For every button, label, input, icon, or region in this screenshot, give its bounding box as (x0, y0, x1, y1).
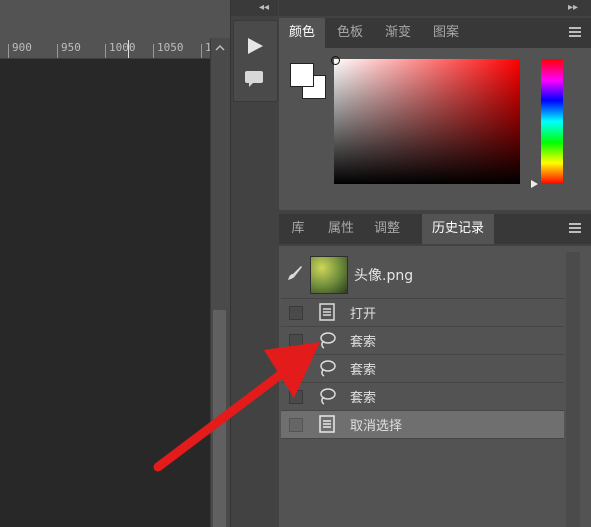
comments-icon[interactable] (244, 70, 264, 88)
collapse-panels-icon[interactable]: ◂◂ (259, 2, 269, 13)
tab-gradients[interactable]: 渐变 (375, 18, 421, 48)
snapshot-thumbnail (310, 256, 348, 294)
ruler-tick-900: 900 (12, 41, 32, 54)
foreground-color-swatch[interactable] (290, 63, 314, 87)
strip-header (231, 0, 278, 16)
tab-adjustments[interactable]: 调整 (365, 214, 409, 244)
document-top-strip (0, 0, 230, 38)
document-icon (319, 303, 335, 321)
tab-swatches[interactable]: 色板 (327, 18, 373, 48)
tab-patterns[interactable]: 图案 (423, 18, 469, 48)
ruler-cursor-marker (128, 40, 129, 58)
tab-history[interactable]: 历史记录 (422, 214, 494, 244)
history-row-checkbox[interactable] (289, 306, 303, 320)
ruler-tick-1050: 1050 (157, 41, 184, 54)
hue-slider-handle[interactable] (531, 180, 538, 188)
ruler-major-tick (57, 44, 58, 58)
ruler-major-tick (8, 44, 9, 58)
color-picker-cursor[interactable] (331, 56, 340, 65)
ruler-tick-1000: 1000 (109, 41, 136, 54)
history-brush-source-icon[interactable] (286, 264, 304, 282)
history-row-label: 套索 (350, 335, 377, 350)
history-row-label: 套索 (350, 363, 377, 378)
hue-slider[interactable] (541, 59, 563, 184)
ruler-major-tick (153, 44, 154, 58)
dock-header (279, 0, 591, 16)
strip-button-group (233, 20, 278, 102)
play-actions-icon[interactable] (245, 36, 265, 56)
snapshot-label: 头像.png (354, 268, 414, 284)
history-row-label: 套索 (350, 391, 377, 406)
history-panel-tabbar: 库 属性 调整 历史记录 (279, 214, 591, 244)
tab-libraries[interactable]: 库 (279, 214, 317, 244)
history-scrollbar[interactable] (566, 252, 580, 527)
panel-menu-icon[interactable] (569, 27, 581, 39)
scroll-up-arrow-icon[interactable] (214, 42, 226, 54)
ruler-major-tick (201, 44, 202, 58)
annotation-arrow (153, 342, 320, 472)
collapse-dock-icon[interactable]: ▸▸ (568, 2, 578, 13)
history-row-label: 打开 (350, 307, 377, 322)
ruler-tick-950: 950 (61, 41, 81, 54)
horizontal-ruler: 900 950 1000 1050 1 (0, 38, 212, 59)
tab-properties[interactable]: 属性 (319, 214, 363, 244)
panel-menu-icon[interactable] (569, 223, 581, 235)
tab-color[interactable]: 颜色 (279, 18, 325, 48)
ruler-major-tick (105, 44, 106, 58)
saturation-brightness-field[interactable] (334, 59, 520, 184)
history-row-label: 取消选择 (350, 419, 403, 434)
color-panel-tabbar: 颜色 色板 渐变 图案 (279, 18, 591, 48)
